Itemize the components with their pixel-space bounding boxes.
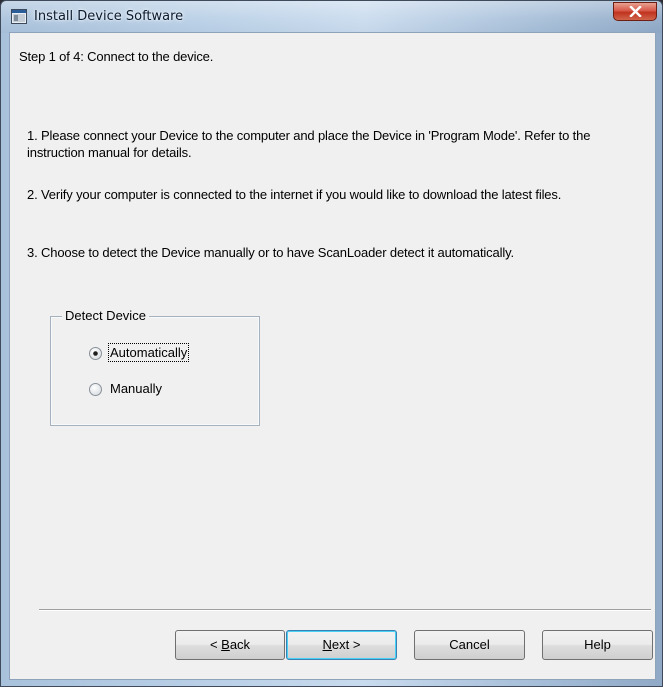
back-button[interactable]: < Back	[175, 630, 285, 660]
window-app-icon	[11, 9, 27, 24]
next-button[interactable]: Next >	[286, 630, 397, 660]
instruction-3: 3. Choose to detect the Device manually …	[27, 245, 514, 260]
detect-device-groupbox	[50, 316, 260, 426]
radio-selected-icon	[89, 347, 102, 360]
help-button[interactable]: Help	[542, 630, 653, 660]
radio-unselected-icon	[89, 383, 102, 396]
close-icon	[629, 6, 642, 17]
close-button[interactable]	[613, 2, 657, 21]
instruction-2: 2. Verify your computer is connected to …	[27, 187, 562, 202]
detect-device-legend: Detect Device	[62, 307, 149, 324]
radio-manually-label: Manually	[110, 381, 163, 396]
instruction-1: 1. Please connect your Device to the com…	[27, 128, 591, 160]
step-title: Step 1 of 4: Connect to the device.	[19, 49, 214, 64]
button-separator	[39, 609, 651, 611]
cancel-button[interactable]: Cancel	[414, 630, 525, 660]
title-bar[interactable]: Install Device Software	[1, 1, 662, 33]
radio-automatically-label: Automatically	[107, 343, 190, 362]
window-title: Install Device Software	[34, 9, 184, 24]
